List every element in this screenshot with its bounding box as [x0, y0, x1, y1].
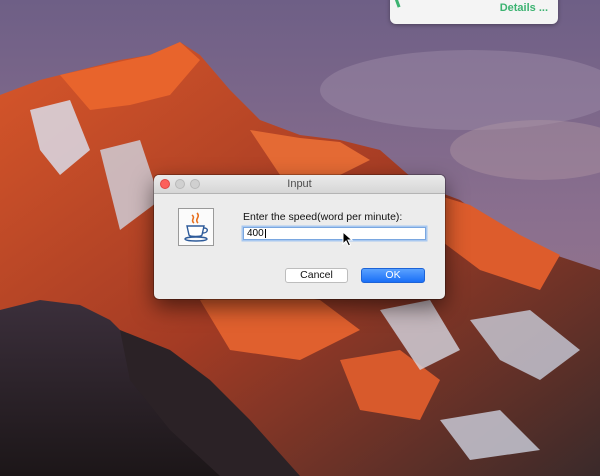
speed-input[interactable]: 400 — [243, 227, 426, 240]
ok-button[interactable]: OK — [361, 268, 425, 283]
dialog-titlebar[interactable]: Input — [154, 175, 445, 194]
cancel-button[interactable]: Cancel — [285, 268, 348, 283]
details-link[interactable]: Details ... — [500, 2, 548, 14]
java-cup-icon — [178, 208, 214, 246]
dialog-title: Input — [287, 178, 312, 190]
checkmark-icon — [394, 0, 409, 8]
text-caret — [265, 229, 266, 238]
notification-banner: Details ... — [390, 0, 558, 24]
prompt-label: Enter the speed(word per minute): — [243, 211, 403, 223]
mouse-pointer-icon — [342, 231, 354, 247]
input-dialog: Input Enter the speed(word per minute): … — [154, 175, 445, 299]
